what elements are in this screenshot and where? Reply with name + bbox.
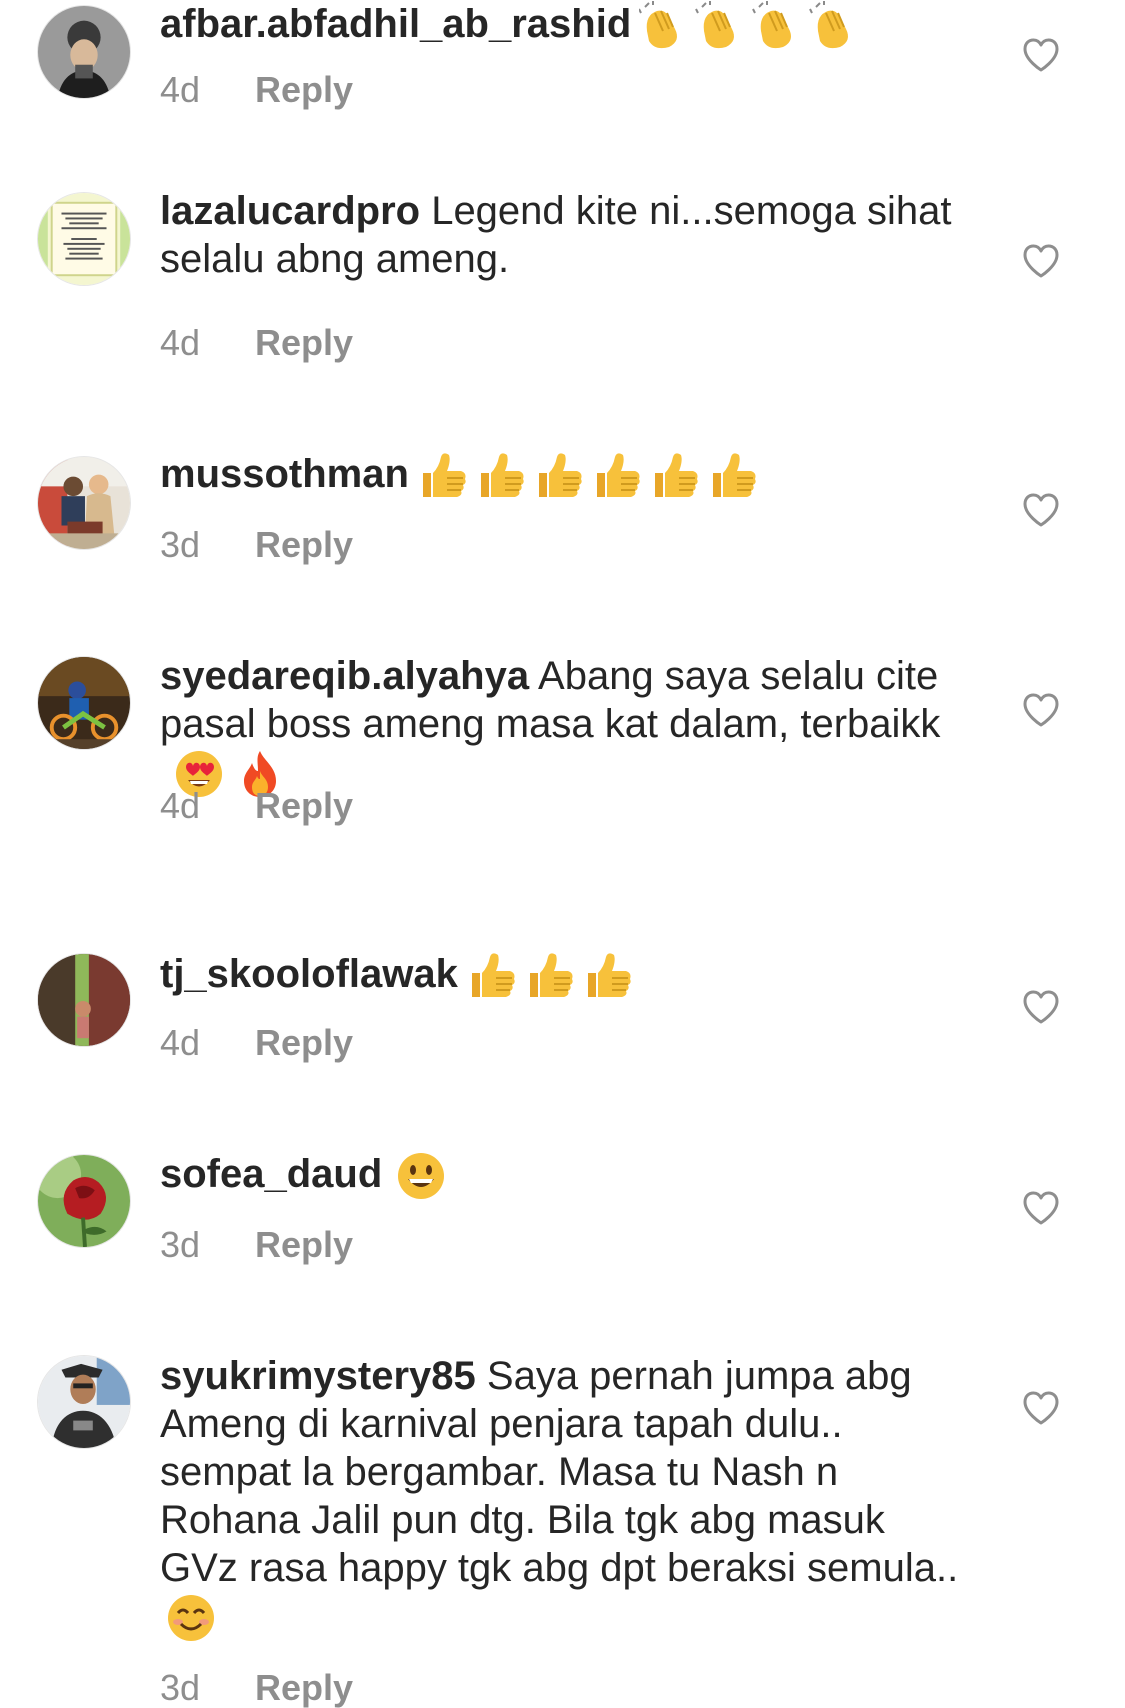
comment-text: tj_skooloflawak <box>160 950 970 1001</box>
comment-time: 4d <box>160 69 201 110</box>
avatar[interactable] <box>37 1355 131 1449</box>
reply-button[interactable]: Reply <box>255 70 353 110</box>
comment-time: 4d <box>160 785 201 826</box>
avatar[interactable] <box>37 656 131 750</box>
reply-button[interactable]: Reply <box>255 1023 353 1063</box>
comment-time: 4d <box>160 1022 201 1063</box>
comment-time: 3d <box>160 1224 201 1265</box>
avatar[interactable] <box>37 1154 131 1248</box>
smiling-emoji-icon <box>166 1593 216 1643</box>
thumbs-up-emoji-icon <box>466 951 638 1001</box>
heart-outline-icon[interactable] <box>1022 1190 1060 1226</box>
heart-outline-icon[interactable] <box>1022 492 1060 528</box>
heart-outline-icon[interactable] <box>1022 989 1060 1025</box>
reply-button[interactable]: Reply <box>255 786 353 826</box>
avatar[interactable] <box>37 192 131 286</box>
heart-outline-icon[interactable] <box>1022 37 1060 73</box>
reply-button[interactable]: Reply <box>255 323 353 363</box>
comment-username[interactable]: mussothman <box>160 452 409 496</box>
comment-meta: 3d Reply <box>160 1225 353 1265</box>
comment-text: afbar.abfadhil_ab_rashid <box>160 0 970 51</box>
comment-text: mussothman <box>160 450 970 501</box>
thumbs-up-emoji-icon <box>417 451 763 501</box>
comment-text: lazalucardpro Legend kite ni...semoga si… <box>160 187 970 283</box>
comment-username[interactable]: tj_skooloflawak <box>160 952 458 996</box>
avatar[interactable] <box>37 5 131 99</box>
comment-username[interactable]: syedareqib.alyahya <box>160 654 529 698</box>
comment-text: syukrimystery85 Saya pernah jumpa abg Am… <box>160 1352 970 1643</box>
comment-meta: 3d Reply <box>160 525 353 565</box>
heart-outline-icon[interactable] <box>1022 1390 1060 1426</box>
comment-time: 3d <box>160 524 201 565</box>
comment-username[interactable]: afbar.abfadhil_ab_rashid <box>160 2 631 46</box>
reply-button[interactable]: Reply <box>255 1668 353 1708</box>
grinning-emoji-icon <box>396 1151 446 1201</box>
comment-meta: 4d Reply <box>160 323 353 363</box>
comment-meta: 4d Reply <box>160 70 353 110</box>
heart-outline-icon[interactable] <box>1022 692 1060 728</box>
comment-meta: 4d Reply <box>160 1023 353 1063</box>
reply-button[interactable]: Reply <box>255 1225 353 1265</box>
avatar[interactable] <box>37 953 131 1047</box>
avatar[interactable] <box>37 456 131 550</box>
comment-meta: 4d Reply <box>160 786 353 826</box>
comment-username[interactable]: lazalucardpro <box>160 189 420 233</box>
comment-time: 4d <box>160 322 201 363</box>
comment-text: sofea_daud <box>160 1150 970 1201</box>
heart-outline-icon[interactable] <box>1022 243 1060 279</box>
comment-meta: 3d Reply <box>160 1668 353 1708</box>
comment-username[interactable]: sofea_daud <box>160 1152 382 1196</box>
comment-username[interactable]: syukrimystery85 <box>160 1354 476 1398</box>
comment-time: 3d <box>160 1667 201 1708</box>
comment-text: syedareqib.alyahya Abang saya selalu cit… <box>160 652 970 799</box>
clap-emoji-icon <box>639 1 867 51</box>
reply-button[interactable]: Reply <box>255 525 353 565</box>
